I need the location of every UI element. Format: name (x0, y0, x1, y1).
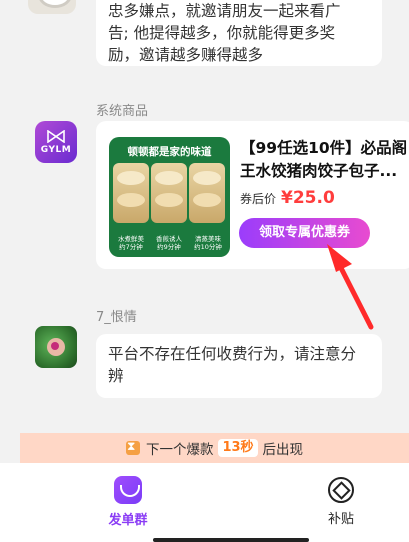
product-title[interactable]: 【99任选10件】必品阁王水饺猪肉饺子包子... (240, 137, 408, 183)
image-caption: 清蒸美味 约10分钟 (194, 235, 222, 251)
image-slogan: 顿顿都是家的味道 (127, 146, 212, 158)
price-value: ¥25.0 (281, 188, 335, 208)
bottom-nav: 发单群 补贴 (0, 463, 409, 542)
compass-icon (328, 477, 354, 503)
message-line: 忠多嫌点，就邀请朋友一起来看广 (108, 2, 341, 20)
sender-avatar[interactable] (28, 0, 76, 14)
gylm-avatar[interactable]: GYLM (35, 121, 77, 163)
nail-graphic (51, 342, 59, 350)
next-hot-item-countdown: 下一个爆款 13秒 后出现 (20, 433, 409, 463)
countdown-prefix: 下一个爆款 (145, 442, 214, 458)
home-indicator (153, 538, 309, 542)
message-line: 告; 他提得越多，你就能得更多奖 (108, 24, 336, 42)
nav-item-butie[interactable]: 补贴 (311, 476, 371, 527)
product-card[interactable]: 顿顿都是家的味道 水煮鲜美 约7分钟 香煎诱人 约9分钟 清蒸美味 约10分钟 【99… (96, 121, 409, 269)
bowtie-logo-icon (47, 129, 65, 143)
countdown-suffix: 后出现 (262, 442, 304, 458)
get-coupon-button[interactable]: 领取专属优惠券 (239, 218, 370, 248)
hourglass-icon (125, 439, 140, 455)
image-caption: 水煮鲜美 约7分钟 (118, 235, 144, 251)
message-bubble: 忠多嫌点，就邀请朋友一起来看广 告; 他提得越多，你就能得更多奖 励，邀请越多赚… (96, 0, 382, 66)
avatar-text: GYLM (40, 144, 72, 155)
message-line: 励，邀请越多赚得越多 (108, 46, 264, 64)
price-label: 券后价 (240, 192, 277, 206)
message-bubble: 平台不存在任何收费行为，请注意分辨 (96, 334, 382, 398)
nav-label: 补贴 (327, 512, 354, 527)
nav-label: 发单群 (108, 513, 148, 528)
sender-name: 系统商品 (96, 104, 149, 119)
user-avatar[interactable] (35, 326, 77, 368)
sender-name: 7_恨情 (96, 310, 137, 325)
countdown-time: 13秒 (218, 439, 258, 457)
image-caption: 香煎诱人 约9分钟 (156, 235, 182, 251)
dumpling-plate (113, 163, 149, 223)
product-image[interactable]: 顿顿都是家的味道 水煮鲜美 约7分钟 香煎诱人 约9分钟 清蒸美味 约10分钟 (109, 137, 230, 257)
dumpling-plate (189, 163, 225, 223)
fadan-group-icon (114, 476, 142, 504)
chat-area: 忠多嫌点，就邀请朋友一起来看广 告; 他提得越多，你就能得更多奖 励，邀请越多赚… (0, 0, 409, 433)
dumpling-plate (151, 163, 187, 223)
message-text: 平台不存在任何收费行为，请注意分辨 (108, 345, 357, 385)
nav-item-fadanqun[interactable]: 发单群 (98, 476, 158, 528)
price-row: 券后价 ¥25.0 (240, 188, 335, 208)
